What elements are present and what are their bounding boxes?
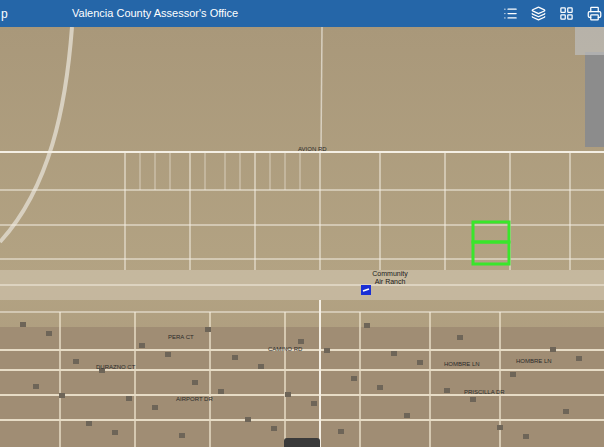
panel-handle[interactable] xyxy=(284,438,320,447)
road-label: HOMBRE LN xyxy=(516,358,552,365)
road-label: AVION RD xyxy=(298,146,327,153)
road-label: HOMBRE LN xyxy=(444,361,480,368)
toolbar xyxy=(502,6,604,22)
road-label: AIRPORT DR xyxy=(176,396,213,403)
place-label: Community Air Ranch xyxy=(370,270,410,286)
map-view[interactable]: AVION RD Community Air Ranch PERA CT CAMINO… xyxy=(0,27,604,447)
road-label: DURAZNO CT xyxy=(96,364,135,371)
list-icon[interactable] xyxy=(502,6,518,22)
app-title-fragment: p xyxy=(0,5,72,23)
basemaps-icon[interactable] xyxy=(558,6,574,22)
app: pValencia County Assessor's OfficeAVION … xyxy=(0,0,604,447)
header-title: Valencia County Assessor's Office xyxy=(72,5,238,22)
aerial-map-icon xyxy=(0,27,604,447)
layers-icon[interactable] xyxy=(530,6,546,22)
road-label: PERA CT xyxy=(168,334,194,341)
road-label: PRISCILLA DR xyxy=(464,389,505,396)
road-label: CAMINO RD xyxy=(268,346,302,353)
header-bar: pValencia County Assessor's Office xyxy=(0,0,604,27)
print-icon[interactable] xyxy=(586,6,602,22)
